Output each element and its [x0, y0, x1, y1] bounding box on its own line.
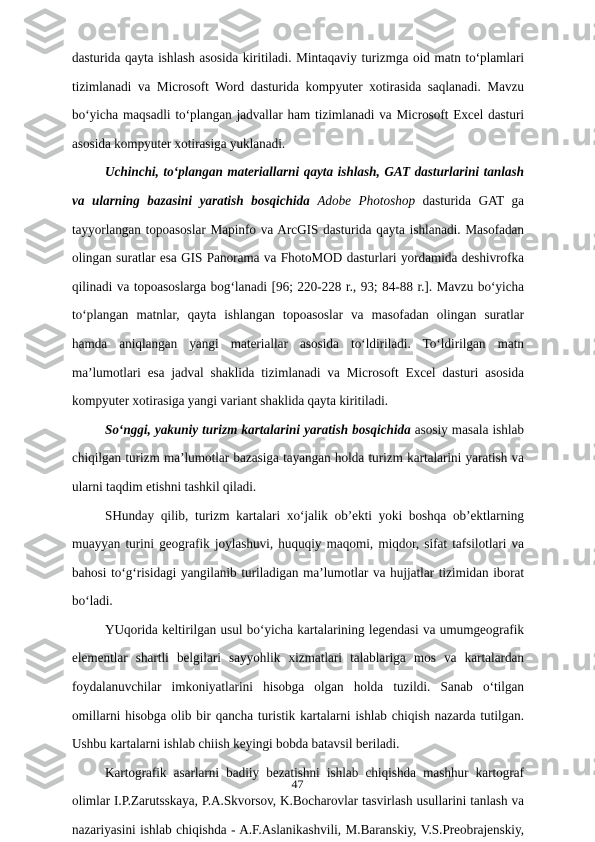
stacked-layers-icon: [23, 533, 67, 579]
stacked-layers-icon: [23, 218, 67, 264]
text-run: dasturida qayta ishlash asosida kiritila…: [72, 50, 524, 151]
stacked-layers-icon: [23, 428, 67, 474]
stacked-layers-icon: [23, 113, 67, 159]
paragraph: So‘nggi, yakuniy turizm kartalarini yara…: [72, 416, 524, 502]
watermark-text: oefen.uz: [77, 13, 219, 48]
paragraph: Kartografik asarlarni badiiy bezatishni …: [72, 759, 524, 842]
page-number: 47: [291, 777, 304, 791]
text-run: Adobe Photoshop: [317, 192, 423, 208]
document-page: oefen.uz oefen.uz oefen.uz oefen.uz oefen.uz…: [0, 0, 595, 842]
text-run: dasturida GAT ga tayyorlangan topoasosla…: [72, 192, 525, 409]
text-run: SHunday qilib, turizm kartalari xo‘jalik…: [72, 507, 524, 609]
text-run: YUqorida keltirilgan usul bo‘yicha karta…: [72, 621, 524, 752]
paragraph: YUqorida keltirilgan usul bo‘yicha karta…: [72, 616, 524, 759]
text-run: So‘nggi, yakuniy turizm kartalarini yara…: [105, 421, 415, 437]
watermark-text: oefen.uz: [467, 13, 595, 48]
paragraph: dasturida qayta ishlash asosida kiritila…: [72, 44, 524, 158]
stacked-layers-icon: [23, 323, 67, 369]
stacked-layers-icon: [23, 638, 67, 684]
paragraph: Uchinchi, to‘plangan materiallarni qayta…: [72, 158, 524, 415]
paragraph: SHunday qilib, turizm kartalari xo‘jalik…: [72, 502, 524, 616]
page-body-text: dasturida qayta ishlash asosida kiritila…: [72, 44, 524, 842]
watermark-text: oefen.uz: [272, 13, 414, 48]
stacked-layers-icon: [23, 8, 67, 54]
